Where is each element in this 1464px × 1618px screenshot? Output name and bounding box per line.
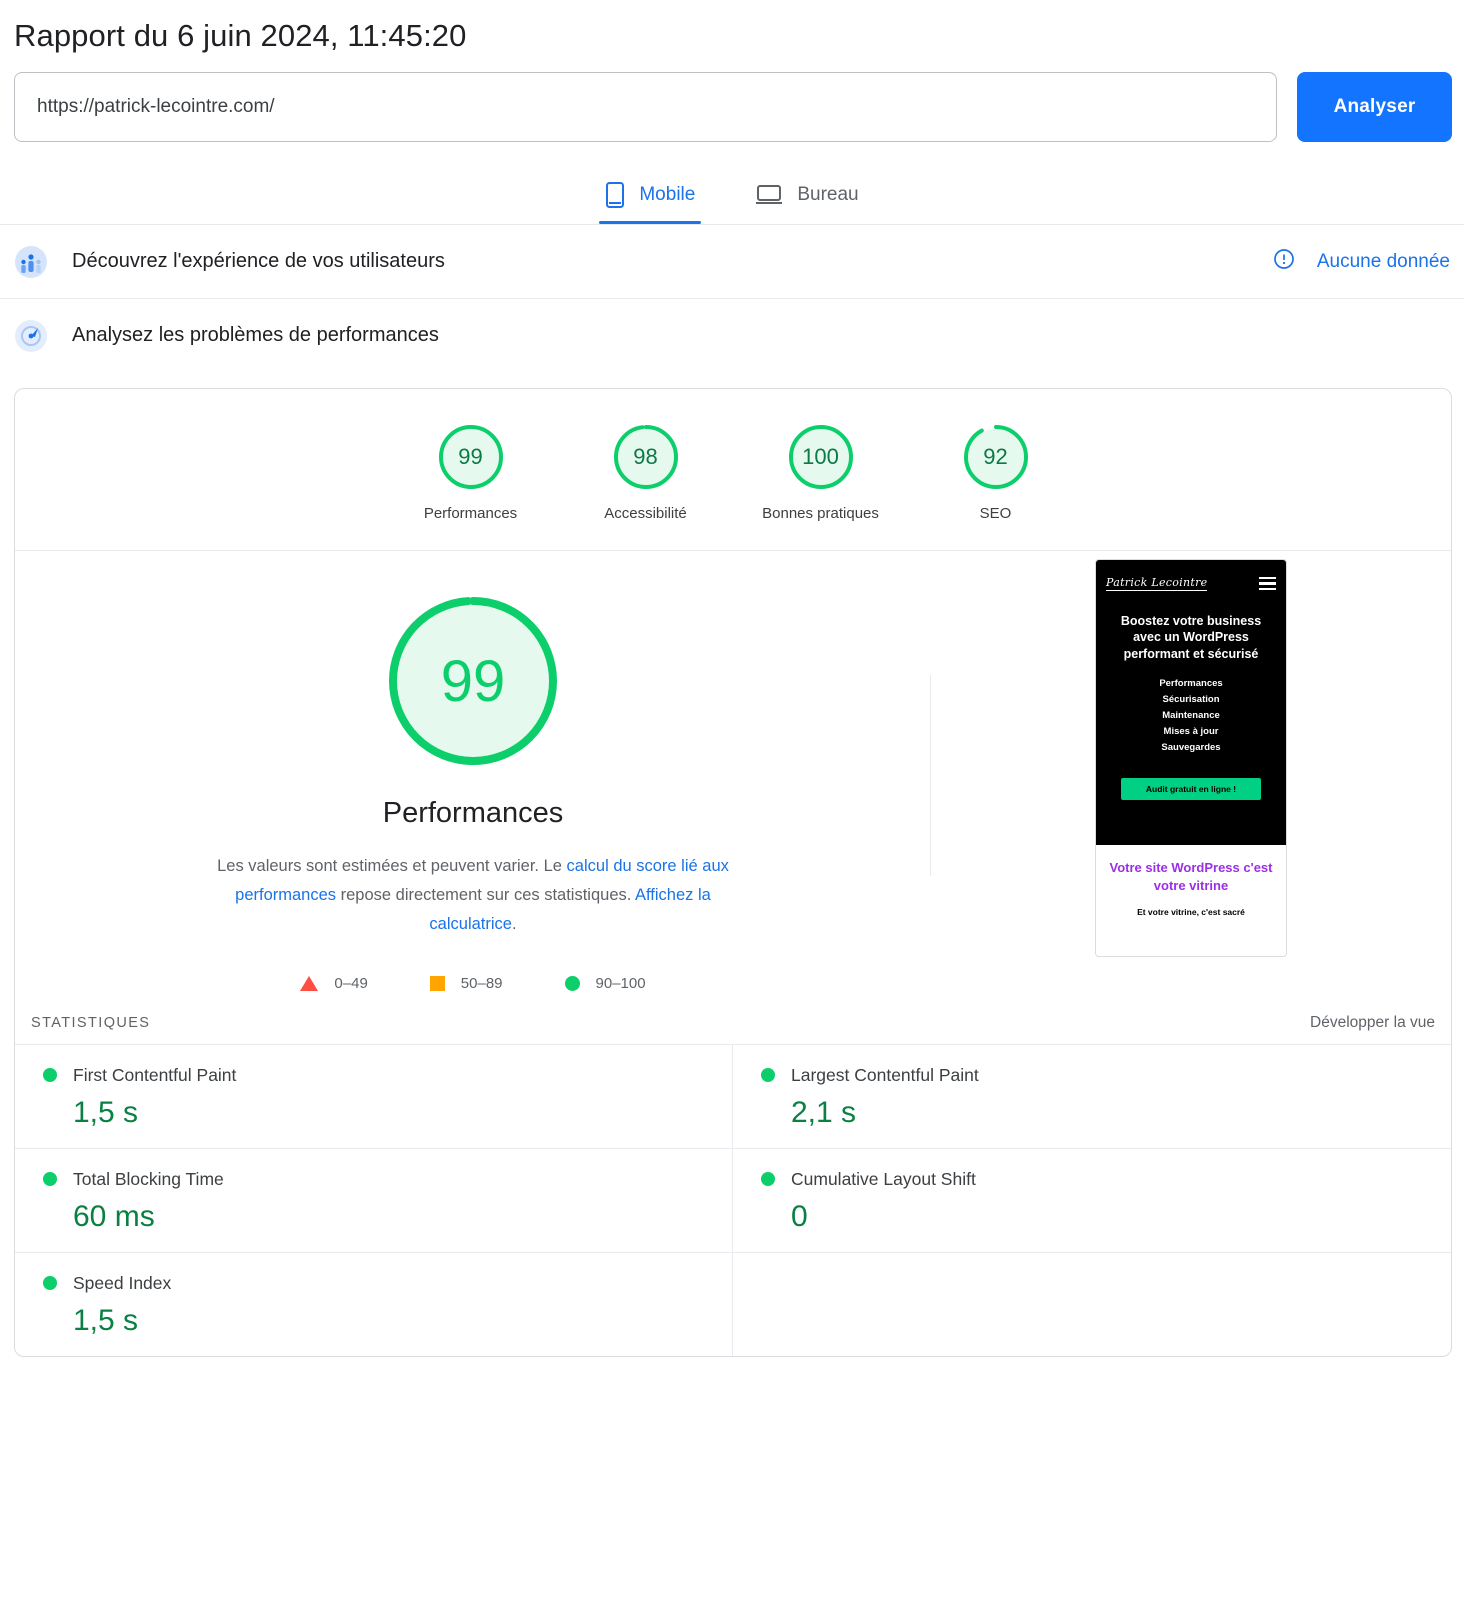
gauge-score-seo: 92 <box>983 444 1008 469</box>
gauge-score-performances: 99 <box>458 444 483 469</box>
statistics-header: STATISTIQUES Développer la vue <box>15 1000 1451 1044</box>
hamburger-menu-icon <box>1259 576 1276 591</box>
status-dot-good-icon <box>761 1068 775 1083</box>
section-title-field-data: Découvrez l'expérience de vos utilisateu… <box>72 250 445 272</box>
gauge-ring-performances: 99 <box>437 423 505 491</box>
section-title-lab-data: Analysez les problèmes de performances <box>72 324 439 346</box>
desc-part-2: repose directement sur ces statistiques. <box>336 885 636 904</box>
phone-icon <box>605 182 625 208</box>
page-title: Rapport du 6 juin 2024, 11:45:20 <box>14 18 467 53</box>
metric-label: First Contentful Paint <box>73 1064 237 1085</box>
thumbnail-purple-headline: Votre site WordPress c'est votre vitrine <box>1109 860 1273 893</box>
thumbnail-cta-button: Audit gratuit en ligne ! <box>1121 777 1261 800</box>
url-analyse-row: Analyser <box>0 54 1464 142</box>
performance-summary: 99 Performances Les valeurs sont estimée… <box>15 551 931 1000</box>
tab-mobile[interactable]: Mobile <box>599 172 702 224</box>
expand-view-button[interactable]: Développer la vue <box>1310 1014 1435 1032</box>
list-item: Sauvegardes <box>1161 741 1221 753</box>
gauge-ring-accessibilite: 98 <box>612 423 680 491</box>
triangle-icon <box>300 975 319 991</box>
metric-largest-contentful-paint[interactable]: Largest Contentful Paint 2,1 s <box>733 1043 1451 1148</box>
gauge-score-accessibilite: 98 <box>633 444 658 469</box>
square-icon <box>429 975 445 991</box>
performance-card: 99 Performances 98 Accessibilité 100 Bon… <box>14 388 1452 1357</box>
thumbnail-lower: Votre site WordPress c'est votre vitrine… <box>1096 845 1286 917</box>
legend-range-good: 90–100 <box>595 974 646 992</box>
metric-label: Speed Index <box>73 1272 172 1293</box>
tab-bureau-label: Bureau <box>797 184 859 205</box>
metric-value: 60 ms <box>73 1199 155 1233</box>
gauge-ring-seo: 92 <box>962 423 1030 491</box>
metric-value: 0 <box>791 1199 808 1233</box>
page-screenshot-thumbnail: Patrick Lecointre Boostez votre business… <box>1095 559 1287 957</box>
gauge-label-seo: SEO <box>979 505 1012 522</box>
status-dot-good-icon <box>43 1068 57 1083</box>
diagnose-icon <box>14 319 48 353</box>
list-item: Maintenance <box>1162 709 1220 721</box>
gauge-seo[interactable]: 92 SEO <box>908 423 1083 522</box>
legend-item-average: 50–89 <box>429 974 503 992</box>
metric-value: 1,5 s <box>73 1303 139 1337</box>
circle-icon <box>564 975 580 991</box>
site-logo: Patrick Lecointre <box>1106 576 1208 591</box>
users-experience-icon <box>14 245 48 279</box>
big-gauge-score: 99 <box>440 648 506 714</box>
desc-part-1: Les valeurs sont estimées et peuvent var… <box>217 857 567 875</box>
performance-title: Performances <box>382 797 564 829</box>
thumbnail-header: Patrick Lecointre <box>1106 576 1276 591</box>
desc-part-3: . <box>511 914 517 933</box>
no-data-link[interactable]: Aucune donnée <box>1317 251 1450 273</box>
gauge-label-performances: Performances <box>423 505 518 522</box>
metric-label: Cumulative Layout Shift <box>791 1168 976 1189</box>
url-input[interactable] <box>14 72 1277 142</box>
thumbnail-headline: Boostez votre business avec un WordPress… <box>1120 614 1262 661</box>
tab-mobile-label: Mobile <box>639 184 696 205</box>
metric-label: Largest Contentful Paint <box>791 1064 979 1085</box>
metric-cumulative-layout-shift[interactable]: Cumulative Layout Shift 0 <box>733 1147 1451 1252</box>
metric-value: 1,5 s <box>73 1095 139 1129</box>
tab-bureau[interactable]: Bureau <box>749 172 864 224</box>
status-dot-good-icon <box>43 1172 57 1187</box>
metric-empty-slot <box>733 1251 1451 1356</box>
device-tabs: Mobile Bureau <box>0 172 1464 224</box>
section-lab-data: Analysez les problèmes de performances <box>0 298 1464 372</box>
legend-item-good: 90–100 <box>564 974 646 992</box>
gauge-label-accessibilite: Accessibilité <box>604 505 687 522</box>
status-dot-good-icon <box>761 1172 775 1187</box>
list-item: Sécurisation <box>1162 693 1220 705</box>
list-item: Mises à jour <box>1163 725 1219 737</box>
statistics-title: STATISTIQUES <box>31 1014 151 1031</box>
laptop-icon <box>755 183 783 207</box>
performance-description: Les valeurs sont estimées et peuvent var… <box>193 852 753 939</box>
info-circle-icon[interactable] <box>1273 248 1295 275</box>
big-gauge-performance: 99 <box>387 595 559 767</box>
gauge-label-bonnes-pratiques: Bonnes pratiques <box>762 505 879 522</box>
section-field-data: Découvrez l'expérience de vos utilisateu… <box>0 224 1464 298</box>
status-dot-good-icon <box>43 1276 57 1291</box>
legend-range-poor: 0–49 <box>334 974 368 992</box>
metrics-grid: First Contentful Paint 1,5 s Largest Con… <box>15 1043 1451 1356</box>
category-gauges: 99 Performances 98 Accessibilité 100 Bon… <box>15 389 1451 551</box>
performance-body: 99 Performances Les valeurs sont estimée… <box>15 551 1451 1000</box>
metric-speed-index[interactable]: Speed Index 1,5 s <box>15 1251 733 1356</box>
gauge-ring-bonnes-pratiques: 100 <box>787 423 855 491</box>
score-legend: 0–49 50–89 90–100 <box>300 974 646 1000</box>
pagespeed-report-page: Rapport du 6 juin 2024, 11:45:20 Analyse… <box>0 0 1464 1618</box>
thumbnail-feature-list: Performances Sécurisation Maintenance Mi… <box>1106 676 1276 756</box>
thumbnail-hero: Patrick Lecointre Boostez votre business… <box>1096 560 1286 845</box>
thumbnail-subtext: Et votre vitrine, c'est sacré <box>1137 906 1245 917</box>
legend-item-poor: 0–49 <box>300 974 368 992</box>
metric-total-blocking-time[interactable]: Total Blocking Time 60 ms <box>15 1147 733 1252</box>
metric-first-contentful-paint[interactable]: First Contentful Paint 1,5 s <box>15 1043 733 1148</box>
gauge-accessibilite[interactable]: 98 Accessibilité <box>558 423 733 522</box>
metric-label: Total Blocking Time <box>73 1168 224 1189</box>
list-item: Performances <box>1159 677 1223 689</box>
gauge-bonnes-pratiques[interactable]: 100 Bonnes pratiques <box>733 423 908 522</box>
analyse-button[interactable]: Analyser <box>1297 72 1452 142</box>
gauge-performances[interactable]: 99 Performances <box>383 423 558 522</box>
gauge-score-bonnes-pratiques: 100 <box>802 444 839 469</box>
legend-range-average: 50–89 <box>460 974 503 992</box>
screenshot-panel: Patrick Lecointre Boostez votre business… <box>931 551 1451 1000</box>
metric-value: 2,1 s <box>791 1095 857 1129</box>
